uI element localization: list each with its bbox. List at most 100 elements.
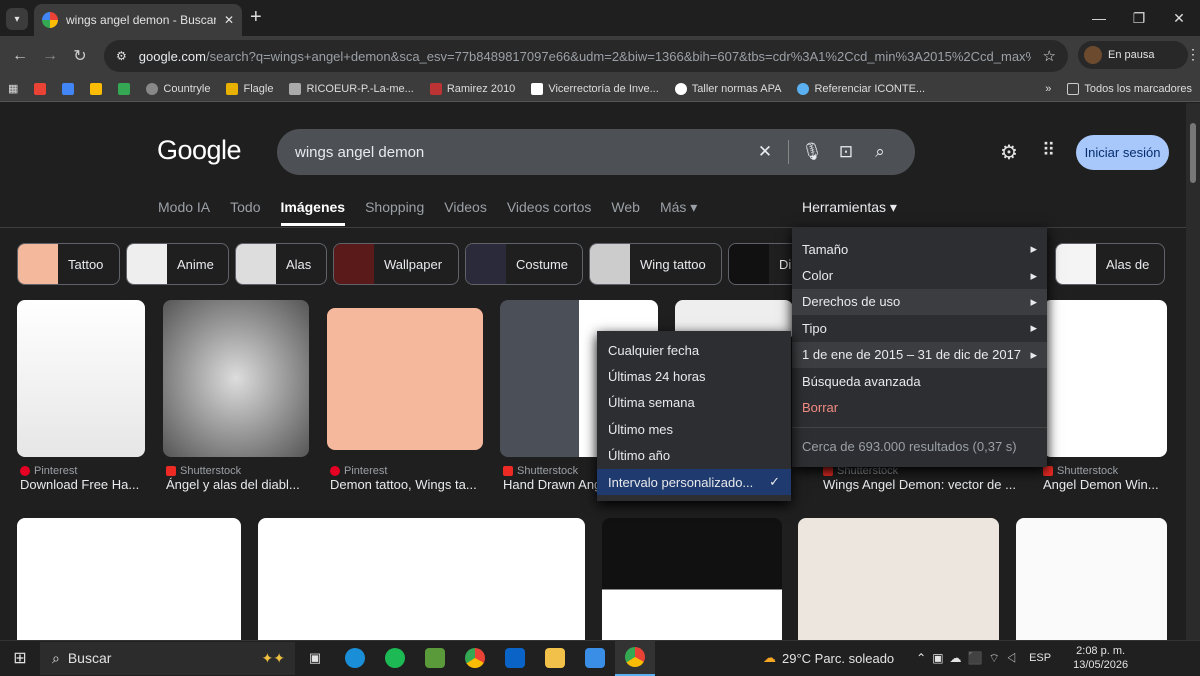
bookmark-ramirez[interactable]: Ramirez 2010 xyxy=(422,82,523,95)
checkmark-icon: ✓ xyxy=(769,474,780,490)
outlook-icon[interactable] xyxy=(495,641,535,676)
all-bookmarks-folder[interactable]: Todos los marcadores xyxy=(1059,82,1200,95)
lens-icon[interactable]: ⊡ xyxy=(829,142,863,162)
result-meta[interactable]: Shutterstock Hand Drawn Ang xyxy=(503,465,597,492)
site-info-icon[interactable]: ⚙ xyxy=(116,49,127,63)
address-bar[interactable]: ⚙ google.com/search?q=wings+angel+demon&… xyxy=(104,40,1068,72)
microphone-icon[interactable]: 🎙 xyxy=(795,142,829,162)
tab-search-button[interactable]: ▾ xyxy=(6,8,28,30)
menu-tamano[interactable]: Tamaño ▸ xyxy=(792,236,1047,262)
chip-alas-de[interactable]: Alas de xyxy=(1055,243,1165,285)
language-indicator[interactable]: ESP xyxy=(1029,652,1051,664)
search-icon[interactable]: ⌕ xyxy=(863,142,897,162)
docs-icon[interactable] xyxy=(54,82,82,95)
search-box[interactable]: wings angel demon ✕ 🎙 ⊡ ⌕ xyxy=(277,129,915,175)
time-year[interactable]: Último año xyxy=(597,443,791,469)
tab-videos-cortos[interactable]: Videos cortos xyxy=(507,199,592,226)
tools-button[interactable]: Herramientas ▾ xyxy=(802,199,897,216)
result-meta[interactable]: Pinterest Download Free Ha... xyxy=(20,465,148,492)
search-input[interactable]: wings angel demon xyxy=(295,144,748,161)
spotify-icon[interactable] xyxy=(375,641,415,676)
weather-widget[interactable]: ☁ 29°C Parc. soleado xyxy=(763,650,894,666)
tab-mas[interactable]: Más ▾ xyxy=(660,199,697,226)
chip-tattoo[interactable]: Tattoo xyxy=(17,243,120,285)
result-image[interactable] xyxy=(163,300,309,457)
time-month[interactable]: Último mes xyxy=(597,416,791,442)
result-meta[interactable]: Shutterstock Wings Angel Demon: vector de… xyxy=(823,465,1023,492)
apps-icon[interactable]: ▦ xyxy=(0,82,26,95)
tab-imagenes[interactable]: Imágenes xyxy=(280,199,346,226)
menu-icon[interactable]: ⋮ xyxy=(1186,46,1200,63)
back-icon[interactable]: ← xyxy=(6,42,34,70)
google-logo[interactable]: Google xyxy=(157,135,242,166)
scrollbar-thumb[interactable] xyxy=(1190,123,1196,183)
result-meta[interactable]: Pinterest Demon tattoo, Wings ta... xyxy=(330,465,480,492)
chip-wallpaper[interactable]: Wallpaper xyxy=(333,243,459,285)
chip-alas[interactable]: Alas xyxy=(235,243,327,285)
scrollbar[interactable] xyxy=(1186,103,1200,640)
google-apps-icon[interactable]: ⠿ xyxy=(1042,140,1055,161)
menu-busqueda-avanzada[interactable]: Búsqueda avanzada xyxy=(792,368,1047,394)
clock[interactable]: 2:08 p. m. 13/05/2026 xyxy=(1073,644,1128,672)
taskbar-search[interactable]: ⌕ Buscar ✦✦ xyxy=(40,641,295,675)
chip-wing-tattoo[interactable]: Wing tattoo xyxy=(589,243,722,285)
chip-anime[interactable]: Anime xyxy=(126,243,229,285)
task-view-icon[interactable]: ▣ xyxy=(295,641,335,676)
close-tab-icon[interactable]: ✕ xyxy=(224,13,234,27)
menu-color[interactable]: Color ▸ xyxy=(792,262,1047,288)
chip-costume[interactable]: Costume xyxy=(465,243,583,285)
menu-derechos[interactable]: Derechos de uso ▸ xyxy=(792,288,1047,316)
bookmark-iconte[interactable]: Referenciar ICONTE... xyxy=(789,82,933,95)
bookmark-apa[interactable]: Taller normas APA xyxy=(667,82,790,95)
bookmark-ricoeur[interactable]: RICOEUR-P.-La-me... xyxy=(281,82,421,95)
gmail-icon[interactable] xyxy=(26,82,54,95)
menu-borrar[interactable]: Borrar xyxy=(792,394,1047,420)
store-icon[interactable] xyxy=(575,641,615,676)
more-bookmarks-icon[interactable]: » xyxy=(1037,83,1059,95)
time-any[interactable]: Cualquier fecha xyxy=(597,337,791,363)
time-24h[interactable]: Últimas 24 horas xyxy=(597,363,791,389)
clear-icon[interactable]: ✕ xyxy=(748,142,782,162)
result-image[interactable] xyxy=(798,518,999,640)
result-image[interactable] xyxy=(258,518,585,640)
time-week[interactable]: Última semana xyxy=(597,390,791,416)
bookmark-vicerrectoria[interactable]: Vicerrectoría de Inve... xyxy=(523,82,666,95)
signin-button[interactable]: Iniciar sesión xyxy=(1076,135,1169,170)
result-meta[interactable]: Shutterstock Ángel y alas del diabl... xyxy=(166,465,309,492)
bookmark-flagle[interactable]: Flagle xyxy=(218,82,281,95)
result-meta[interactable]: Shutterstock Angel Demon Win... xyxy=(1043,465,1167,492)
minecraft-icon[interactable] xyxy=(415,641,455,676)
url-text[interactable]: google.com/search?q=wings+angel+demon&sc… xyxy=(139,49,1031,64)
menu-date-range[interactable]: 1 de ene de 2015 – 31 de dic de 2017 ▸ xyxy=(792,341,1047,368)
tab-videos[interactable]: Videos xyxy=(444,199,487,226)
result-image[interactable] xyxy=(17,300,145,457)
result-image[interactable] xyxy=(602,518,782,640)
new-tab-button[interactable]: + xyxy=(250,6,262,29)
time-custom[interactable]: Intervalo personalizado... ✓ xyxy=(597,468,791,496)
browser-tab[interactable]: wings angel demon - Buscar co ✕ xyxy=(34,4,242,36)
result-image[interactable] xyxy=(1043,300,1167,457)
tab-modo-ia[interactable]: Modo IA xyxy=(158,199,210,226)
profile-button[interactable]: En pausa xyxy=(1078,41,1188,69)
tab-todo[interactable]: Todo xyxy=(230,199,260,226)
tab-web[interactable]: Web xyxy=(611,199,640,226)
tray-icons[interactable]: ⌃▣☁⬛⌔◁ xyxy=(916,651,1023,666)
file-explorer-icon[interactable] xyxy=(535,641,575,676)
close-window-icon[interactable]: ✕ xyxy=(1156,0,1200,36)
result-image[interactable] xyxy=(327,308,483,450)
forward-icon[interactable]: → xyxy=(36,42,64,70)
reload-icon[interactable]: ↻ xyxy=(66,42,94,70)
tab-shopping[interactable]: Shopping xyxy=(365,199,424,226)
windows-start-icon[interactable]: ⊞ xyxy=(0,641,40,676)
menu-tipo[interactable]: Tipo ▸ xyxy=(792,315,1047,341)
result-image[interactable] xyxy=(17,518,241,640)
settings-gear-icon[interactable]: ⚙ xyxy=(1000,140,1018,165)
chrome-icon[interactable] xyxy=(455,641,495,676)
edge-icon[interactable] xyxy=(335,641,375,676)
photos-icon[interactable] xyxy=(82,82,110,95)
bookmark-star-icon[interactable]: ☆ xyxy=(1043,47,1056,65)
chrome-active-icon[interactable] xyxy=(615,640,655,676)
drive-icon[interactable] xyxy=(110,82,138,95)
result-image[interactable] xyxy=(1016,518,1167,640)
bookmark-countryle[interactable]: Countryle xyxy=(138,82,218,95)
